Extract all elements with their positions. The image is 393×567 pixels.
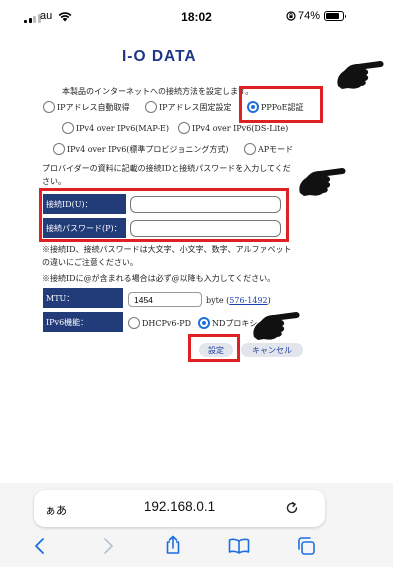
radio-circle[interactable] [128, 317, 140, 329]
highlight-pppoe [239, 86, 323, 123]
case-note: ※接続ID、接続パスワードは大文字、小文字、数字、アルファベット [42, 245, 292, 254]
radio-circle[interactable] [244, 143, 256, 155]
provider-note-cont: さい。 [42, 177, 66, 186]
radio-ap-mode[interactable]: APモード [244, 143, 293, 155]
radio-dhcpv6-pd[interactable]: DHCPv6-PD [128, 317, 191, 329]
mtu-label: MTU： [43, 288, 123, 308]
radio-label: IPアドレス自動取得 [57, 102, 130, 112]
radio-static-ip[interactable]: IPアドレス固定設定 [145, 101, 232, 113]
provider-note: プロバイダーの資料に記載の接続IDと接続パスワードを入力してくだ [42, 164, 291, 173]
radio-nd-proxy[interactable]: NDプロキシ [198, 317, 257, 329]
radio-circle[interactable] [178, 122, 190, 134]
radio-circle[interactable] [43, 101, 55, 113]
mtu-range-text: byte (576-1492) [206, 296, 271, 305]
mtu-input[interactable]: 1454 [128, 292, 202, 307]
cancel-button[interactable]: キャンセル [241, 343, 303, 357]
radio-circle-selected[interactable] [198, 317, 210, 329]
radio-map-e[interactable]: IPv4 over IPv6(MAP-E) [62, 122, 169, 134]
pointing-hand-icon [253, 312, 300, 340]
at-sign-note: ※接続IDに@が含まれる場合は必ず@以降も入力してください。 [42, 274, 276, 283]
orientation-lock-icon [286, 11, 296, 21]
radio-circle[interactable] [62, 122, 74, 134]
mtu-range-link[interactable]: 576-1492 [229, 296, 267, 305]
highlight-apply [188, 334, 240, 362]
battery-percentage: 74% [298, 10, 321, 22]
bookmarks-icon[interactable] [228, 538, 250, 554]
forward-icon[interactable] [100, 537, 116, 555]
highlight-credentials [39, 188, 289, 242]
radio-label: IPv4 over IPv6(MAP-E) [76, 123, 169, 133]
radio-label: IPv4 over IPv6(標準プロビジョニング方式) [67, 144, 229, 154]
reload-icon[interactable] [284, 500, 300, 516]
battery-icon [324, 11, 346, 21]
mtu-close: ) [267, 296, 271, 305]
brand-logo: I-O DATA [122, 48, 197, 65]
radio-label: IPアドレス固定設定 [159, 102, 232, 112]
radio-circle[interactable] [53, 143, 65, 155]
back-icon[interactable] [33, 537, 49, 555]
pointing-hand-icon [337, 61, 384, 89]
radio-standard-provisioning[interactable]: IPv4 over IPv6(標準プロビジョニング方式) [53, 143, 229, 155]
ipv6-label: IPv6機能： [43, 312, 123, 332]
radio-label: APモード [258, 144, 294, 154]
radio-dhcp[interactable]: IPアドレス自動取得 [43, 101, 130, 113]
radio-ds-lite[interactable]: IPv4 over IPv6(DS-Lite) [178, 122, 288, 134]
pointing-hand-icon [299, 168, 346, 196]
intro-text: 本製品のインターネットへの接続方法を設定します。 [62, 87, 254, 96]
radio-circle[interactable] [145, 101, 157, 113]
share-icon[interactable] [164, 535, 182, 555]
radio-label: DHCPv6-PD [142, 318, 192, 328]
case-note-cont: の違いにご注意ください。 [42, 258, 138, 267]
tabs-icon[interactable] [296, 536, 316, 556]
radio-label: IPv4 over IPv6(DS-Lite) [192, 123, 289, 133]
mtu-unit: byte ( [206, 296, 230, 305]
address-text[interactable]: 192.168.0.1 [34, 499, 325, 514]
status-bar: au 18:02 74% [0, 0, 393, 34]
